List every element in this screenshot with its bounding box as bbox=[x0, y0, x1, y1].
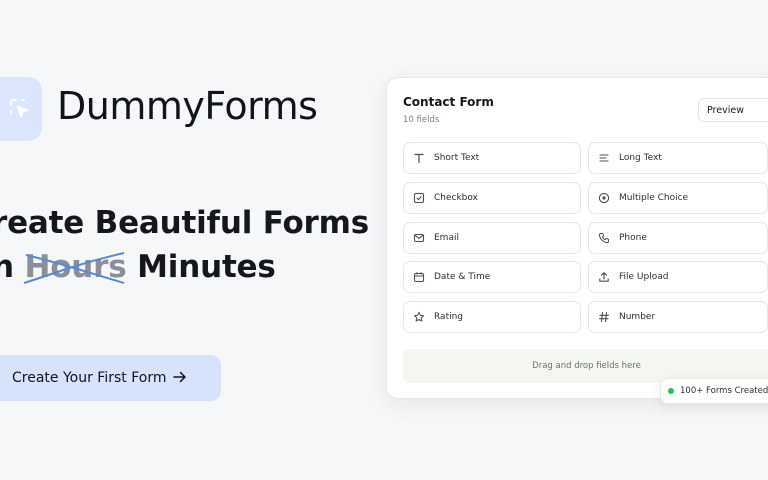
hash-icon bbox=[597, 310, 611, 324]
struck-word: Hours bbox=[24, 245, 127, 289]
field-date-time[interactable]: Date & Time bbox=[403, 261, 581, 293]
field-label: File Upload bbox=[619, 272, 669, 282]
field-count: 10 fields bbox=[403, 115, 440, 125]
field-label: Long Text bbox=[619, 153, 662, 163]
field-label: Multiple Choice bbox=[619, 193, 689, 203]
hero-headline: reate Beautiful Forms n Hours Minutes bbox=[0, 201, 369, 289]
strike-scribble-icon bbox=[24, 252, 125, 284]
status-dot-icon bbox=[668, 388, 674, 394]
brand-logo bbox=[0, 77, 42, 141]
field-label: Checkbox bbox=[434, 193, 478, 203]
checkbox-icon bbox=[412, 191, 426, 205]
field-label: Email bbox=[434, 233, 459, 243]
brand-name: DummyForms bbox=[57, 84, 318, 128]
radio-circle-icon bbox=[597, 191, 611, 205]
arrow-right-icon bbox=[173, 371, 186, 383]
badge-text: 100+ Forms Created Tod bbox=[680, 386, 768, 396]
form-title: Contact Form bbox=[403, 95, 494, 109]
field-label: Phone bbox=[619, 233, 647, 243]
field-label: Short Text bbox=[434, 153, 480, 163]
headline-suffix: Minutes bbox=[137, 249, 276, 285]
star-icon bbox=[412, 310, 426, 324]
field-email[interactable]: Email bbox=[403, 222, 581, 254]
field-phone[interactable]: Phone bbox=[588, 222, 768, 254]
envelope-icon bbox=[412, 231, 426, 245]
form-builder-card: Contact Form 10 fields Preview Short Tex… bbox=[386, 77, 768, 399]
landing-page: DummyForms reate Beautiful Forms n Hours… bbox=[0, 0, 768, 480]
headline-line-1: reate Beautiful Forms bbox=[0, 205, 369, 241]
headline-line-2: n Hours Minutes bbox=[0, 245, 369, 289]
preview-button[interactable]: Preview bbox=[698, 98, 768, 122]
field-label: Rating bbox=[434, 312, 464, 322]
field-label: Number bbox=[619, 312, 656, 322]
headline-prefix: n bbox=[0, 249, 14, 285]
cta-label: Create Your First Form bbox=[12, 370, 167, 386]
field-number[interactable]: Number bbox=[588, 301, 768, 333]
field-file-upload[interactable]: File Upload bbox=[588, 261, 768, 293]
field-label: Date & Time bbox=[434, 272, 491, 282]
text-t-icon bbox=[412, 151, 426, 165]
dropzone-text: Drag and drop fields here bbox=[532, 361, 641, 371]
upload-icon bbox=[597, 270, 611, 284]
phone-icon bbox=[597, 231, 611, 245]
cursor-pointer-icon bbox=[10, 99, 29, 118]
field-checkbox[interactable]: Checkbox bbox=[403, 182, 581, 214]
field-multiple-choice[interactable]: Multiple Choice bbox=[588, 182, 768, 214]
create-first-form-button[interactable]: Create Your First Form bbox=[0, 355, 221, 401]
field-rating[interactable]: Rating bbox=[403, 301, 581, 333]
calendar-icon bbox=[412, 270, 426, 284]
field-long-text[interactable]: Long Text bbox=[588, 142, 768, 174]
field-short-text[interactable]: Short Text bbox=[403, 142, 581, 174]
forms-created-badge: 100+ Forms Created Tod bbox=[660, 378, 768, 404]
paragraph-lines-icon bbox=[597, 151, 611, 165]
